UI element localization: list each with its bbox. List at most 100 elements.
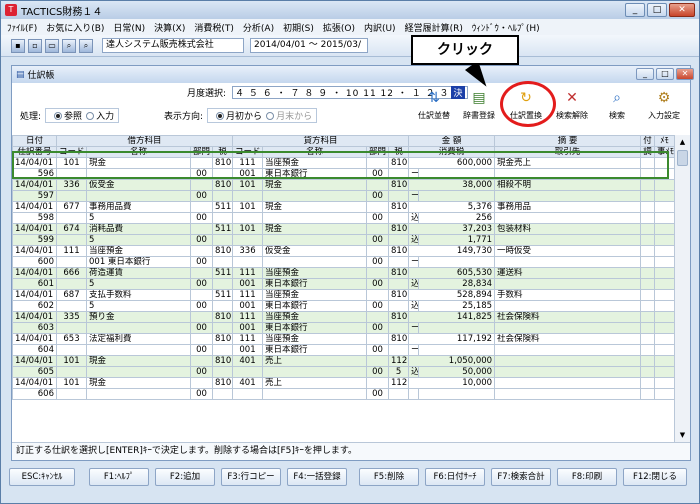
menu-closing[interactable]: 決算(X)	[154, 21, 185, 34]
header-adjust: 調	[640, 146, 656, 158]
copy-icon[interactable]: ▫	[28, 38, 42, 53]
table-row[interactable]: 14/04/01 674 消耗品費 511 101 現金 810 37,203 包装材料	[12, 223, 674, 235]
table-row[interactable]: 14/04/01 336 仮受金 810 101 現金 810 38,000 相殺不明	[12, 179, 674, 191]
f2-add-button[interactable]: F2:追加	[155, 468, 215, 486]
f5-delete-button[interactable]: F5:削除	[359, 468, 419, 486]
menu-initial[interactable]: 初期(S)	[283, 21, 314, 34]
search-button[interactable]: ⌕ 検索	[595, 85, 639, 131]
credit-sub-code: 001	[232, 344, 264, 356]
table-row[interactable]: 14/04/01 687 支払手数料 511 111 当座預金 810 528,894 手数料	[12, 289, 674, 301]
input-settings-button[interactable]: ⚙ 入力設定	[642, 85, 686, 131]
table-row-sub[interactable]: 60500005込50,000	[12, 366, 674, 378]
scroll-up-icon[interactable]: ▲	[676, 136, 689, 148]
sort-journal-button[interactable]: ⇅ 仕訳並替	[412, 85, 456, 131]
menu-analysis[interactable]: 分析(A)	[243, 21, 274, 34]
vertical-scrollbar[interactable]: ▲ ▼	[674, 135, 690, 442]
replace-journal-button[interactable]: ↻ 仕訳置換	[504, 85, 548, 131]
menu-window-help[interactable]: ｳｨﾝﾄﾞｳ・ﾍﾙﾌﾟ(H)	[472, 21, 540, 34]
credit-code: 401	[232, 355, 264, 367]
summary: 事務用品	[494, 201, 642, 213]
menu-management[interactable]: 経営履計算(R)	[405, 21, 463, 34]
f3-copy-row-button[interactable]: F3:行コピー	[221, 468, 281, 486]
table-row-sub[interactable]: 601500001東日本銀行00込28,834	[12, 278, 674, 290]
journal-minimize-button[interactable]: _	[636, 68, 654, 80]
menu-daily[interactable]: 日常(N)	[113, 21, 145, 34]
esc-cancel-button[interactable]: ESC:ｷｬﾝｾﾙ	[9, 468, 75, 486]
entry-number: 597	[12, 190, 57, 202]
f6-date-search-button[interactable]: F6:日付ｻｰﾁ	[425, 468, 485, 486]
save-icon[interactable]: ▪	[11, 38, 25, 53]
table-row-sub[interactable]: 59850000込256	[12, 212, 674, 224]
tax-amount: 256	[418, 212, 496, 224]
close-button[interactable]: ✕	[669, 3, 695, 17]
direction-end-radio[interactable]	[266, 111, 275, 120]
table-row-sub[interactable]: 60300001東日本銀行00ー	[12, 322, 674, 334]
f4-bulk-register-button[interactable]: F4:一括登録	[287, 468, 347, 486]
table-row[interactable]: 14/04/01 101 現金 810 401 売上 112 1,050,000	[12, 355, 674, 367]
menu-favorites[interactable]: お気に入り(B)	[46, 21, 104, 34]
debit-name: 法定福利費	[86, 333, 191, 345]
menu-tax[interactable]: 消費税(T)	[194, 21, 234, 34]
table-row[interactable]: 14/04/01 677 事務用品費 511 101 現金 810 5,376 事務用品	[12, 201, 674, 213]
f8-print-button[interactable]: F8:印刷	[557, 468, 617, 486]
journal-title-bar: ▤ 仕訳帳 _ □ ✕	[12, 66, 694, 83]
table-row[interactable]: 14/04/01 101 現金 810 401 売上 112 10,000	[12, 377, 674, 389]
journal-maximize-button[interactable]: □	[656, 68, 674, 80]
click-callout: クリック	[411, 35, 519, 65]
clear-search-icon: ✕	[566, 90, 578, 106]
clear-search-button[interactable]: ✕ 検索解除	[550, 85, 594, 131]
direction-start-label[interactable]: 月初から	[226, 109, 262, 122]
table-row[interactable]: 14/04/01 666 荷造運賃 511 111 当座預金 810 605,530 運送料	[12, 267, 674, 279]
table-row[interactable]: 14/04/01 335 預り金 810 111 当座預金 810 141,825 社会保険料	[12, 311, 674, 323]
search-icon[interactable]: ⌕	[62, 38, 76, 53]
f12-close-button[interactable]: F12:閉じる	[623, 468, 687, 486]
mode-view-radio[interactable]	[54, 111, 63, 120]
monitor-icon[interactable]: ▭	[45, 38, 59, 53]
period-field[interactable]: 2014/04/01 ～ 2015/03/	[250, 38, 368, 53]
mode-input-radio[interactable]	[86, 111, 95, 120]
credit-dept: 00	[366, 300, 390, 312]
table-row-sub[interactable]: 59600001東日本銀行00ー	[12, 168, 674, 180]
credit-sub: 東日本銀行	[262, 322, 368, 334]
f7-search-total-button[interactable]: F7:検索合計	[491, 468, 551, 486]
debit-tax: 511	[211, 201, 234, 213]
credit-sub-num	[388, 168, 410, 180]
table-row[interactable]: 14/04/01 653 法定福利費 810 111 当座預金 810 117,192 社会保険…	[12, 333, 674, 345]
table-row-sub[interactable]: 606 00 00	[12, 388, 674, 400]
entry-date: 14/04/01	[12, 267, 57, 279]
credit-code: 111	[232, 289, 264, 301]
table-row[interactable]: 14/04/01 101 現金 810 111 当座預金 810 600,000 現金売上	[12, 157, 674, 169]
scroll-down-icon[interactable]: ▼	[676, 429, 689, 441]
table-row-sub[interactable]: 59950000込1,771	[12, 234, 674, 246]
journal-window: ▤ 仕訳帳 _ □ ✕ 月度選択: ４ ５ ６ ・ ７ ８ ９ ・ 10 11 …	[11, 65, 694, 461]
menu-breakdown[interactable]: 内訳(U)	[364, 21, 396, 34]
table-row-sub[interactable]: 597 00 00 ー	[12, 190, 674, 202]
menu-file[interactable]: ﾌｧｲﾙ(F)	[7, 21, 37, 34]
app-window: T TACTICS財務１４ _ □ ✕ ﾌｧｲﾙ(F) お気に入り(B) 日常(…	[0, 0, 700, 504]
company-field[interactable]: 達人システム販売株式会社	[102, 38, 244, 53]
mode-input-label[interactable]: 入力	[96, 109, 114, 122]
debit-dept: 00	[190, 256, 213, 268]
minimize-button[interactable]: _	[625, 3, 645, 17]
table-row[interactable]: 14/04/01 111 当座預金 810 336 仮受金 810 149,730 一時仮受	[12, 245, 674, 257]
status-message: 訂正する仕訳を選択し[ENTER]ｷｰで決定します。削除する場合は[F5]ｷｰを…	[12, 442, 690, 460]
menu-extension[interactable]: 拡張(O)	[323, 21, 355, 34]
f1-help-button[interactable]: F1:ﾍﾙﾌﾟ	[89, 468, 149, 486]
credit-sub	[262, 366, 368, 378]
table-row-sub[interactable]: 60400001東日本銀行00ー	[12, 344, 674, 356]
direction-start-radio[interactable]	[216, 111, 225, 120]
credit-name: 当座預金	[262, 157, 368, 169]
table-row-sub[interactable]: 602500001東日本銀行00込25,185	[12, 300, 674, 312]
zoom-icon[interactable]: ⌕	[79, 38, 93, 53]
mode-view-label[interactable]: 参照	[64, 109, 82, 122]
tax-amount	[418, 344, 496, 356]
direction-end-label[interactable]: 月末から	[276, 109, 312, 122]
table-row-sub[interactable]: 600001 東日本銀行0000ー	[12, 256, 674, 268]
debit-tax: 810	[211, 377, 234, 389]
scroll-thumb[interactable]	[677, 150, 688, 166]
journal-close-button[interactable]: ✕	[676, 68, 694, 80]
debit-name: 事務用品費	[86, 201, 191, 213]
maximize-button[interactable]: □	[647, 3, 667, 17]
replace-icon: ↻	[520, 90, 532, 106]
dictionary-button[interactable]: ▤ 辞書登録	[457, 85, 501, 131]
